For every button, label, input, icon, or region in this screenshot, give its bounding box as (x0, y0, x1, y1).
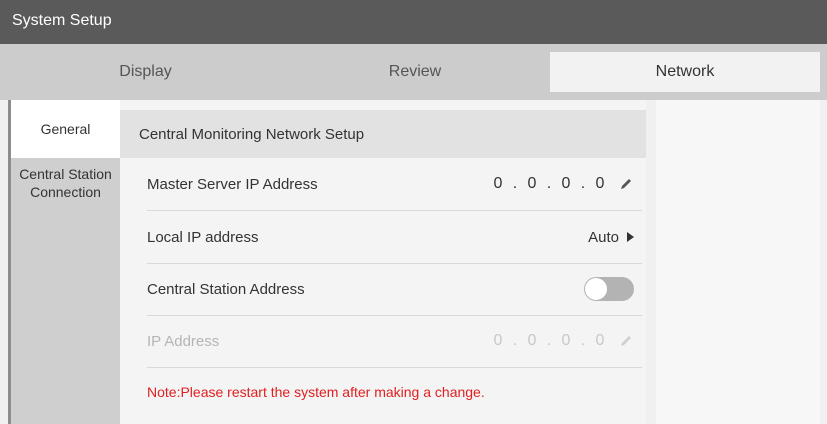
side-panel (656, 100, 820, 424)
master-server-ip-row[interactable]: Master Server IP Address 0 . 0 . 0 . 0 (147, 158, 642, 211)
ip-octet: 0 (493, 332, 503, 349)
ip-separator: . (546, 332, 552, 349)
tab-bar: Display Review Network (0, 44, 827, 100)
local-ip-value: Auto (588, 228, 619, 246)
section-header: Central Monitoring Network Setup (120, 110, 646, 158)
ip-address-value: 0 . 0 . 0 . 0 (490, 332, 608, 350)
title-bar: System Setup (0, 0, 827, 44)
central-station-address-label: Central Station Address (147, 280, 305, 298)
pencil-icon (621, 336, 631, 346)
pencil-icon[interactable] (618, 176, 634, 192)
toggle-knob (585, 278, 607, 300)
ip-octet: 0 (527, 332, 537, 349)
ip-separator: . (512, 175, 518, 192)
ip-separator: . (512, 332, 518, 349)
local-ip-row[interactable]: Local IP address Auto (147, 211, 642, 264)
sidebar-item-general[interactable]: General (11, 100, 120, 158)
tab-review[interactable]: Review (280, 52, 550, 92)
master-server-ip-label: Master Server IP Address (147, 175, 318, 193)
tab-display[interactable]: Display (11, 52, 280, 92)
ip-octet: 0 (493, 175, 503, 192)
ip-address-label: IP Address (147, 332, 220, 350)
ip-octet: 0 (561, 175, 571, 192)
local-ip-label: Local IP address (147, 228, 259, 246)
sidebar-item-central-station-connection[interactable]: Central Station Connection (11, 158, 120, 208)
ip-octet: 0 (595, 175, 605, 192)
ip-separator: . (580, 175, 586, 192)
restart-note: Note:Please restart the system after mak… (147, 384, 485, 400)
central-station-address-toggle[interactable] (584, 277, 634, 301)
ip-octet: 0 (527, 175, 537, 192)
sidebar: General Central Station Connection (11, 100, 120, 424)
ip-octet: 0 (595, 332, 605, 349)
tab-network[interactable]: Network (550, 52, 820, 92)
central-station-address-row: Central Station Address (147, 263, 642, 316)
ip-octet: 0 (561, 332, 571, 349)
ip-address-row: IP Address 0 . 0 . 0 . 0 (147, 315, 642, 368)
ip-separator: . (546, 175, 552, 192)
section-title: Central Monitoring Network Setup (139, 125, 365, 143)
settings-panel: Central Monitoring Network Setup Master … (120, 100, 646, 424)
master-server-ip-value[interactable]: 0 . 0 . 0 . 0 (490, 175, 608, 193)
triangle-right-icon (627, 232, 634, 242)
ip-separator: . (580, 332, 586, 349)
window-title: System Setup (12, 12, 112, 29)
